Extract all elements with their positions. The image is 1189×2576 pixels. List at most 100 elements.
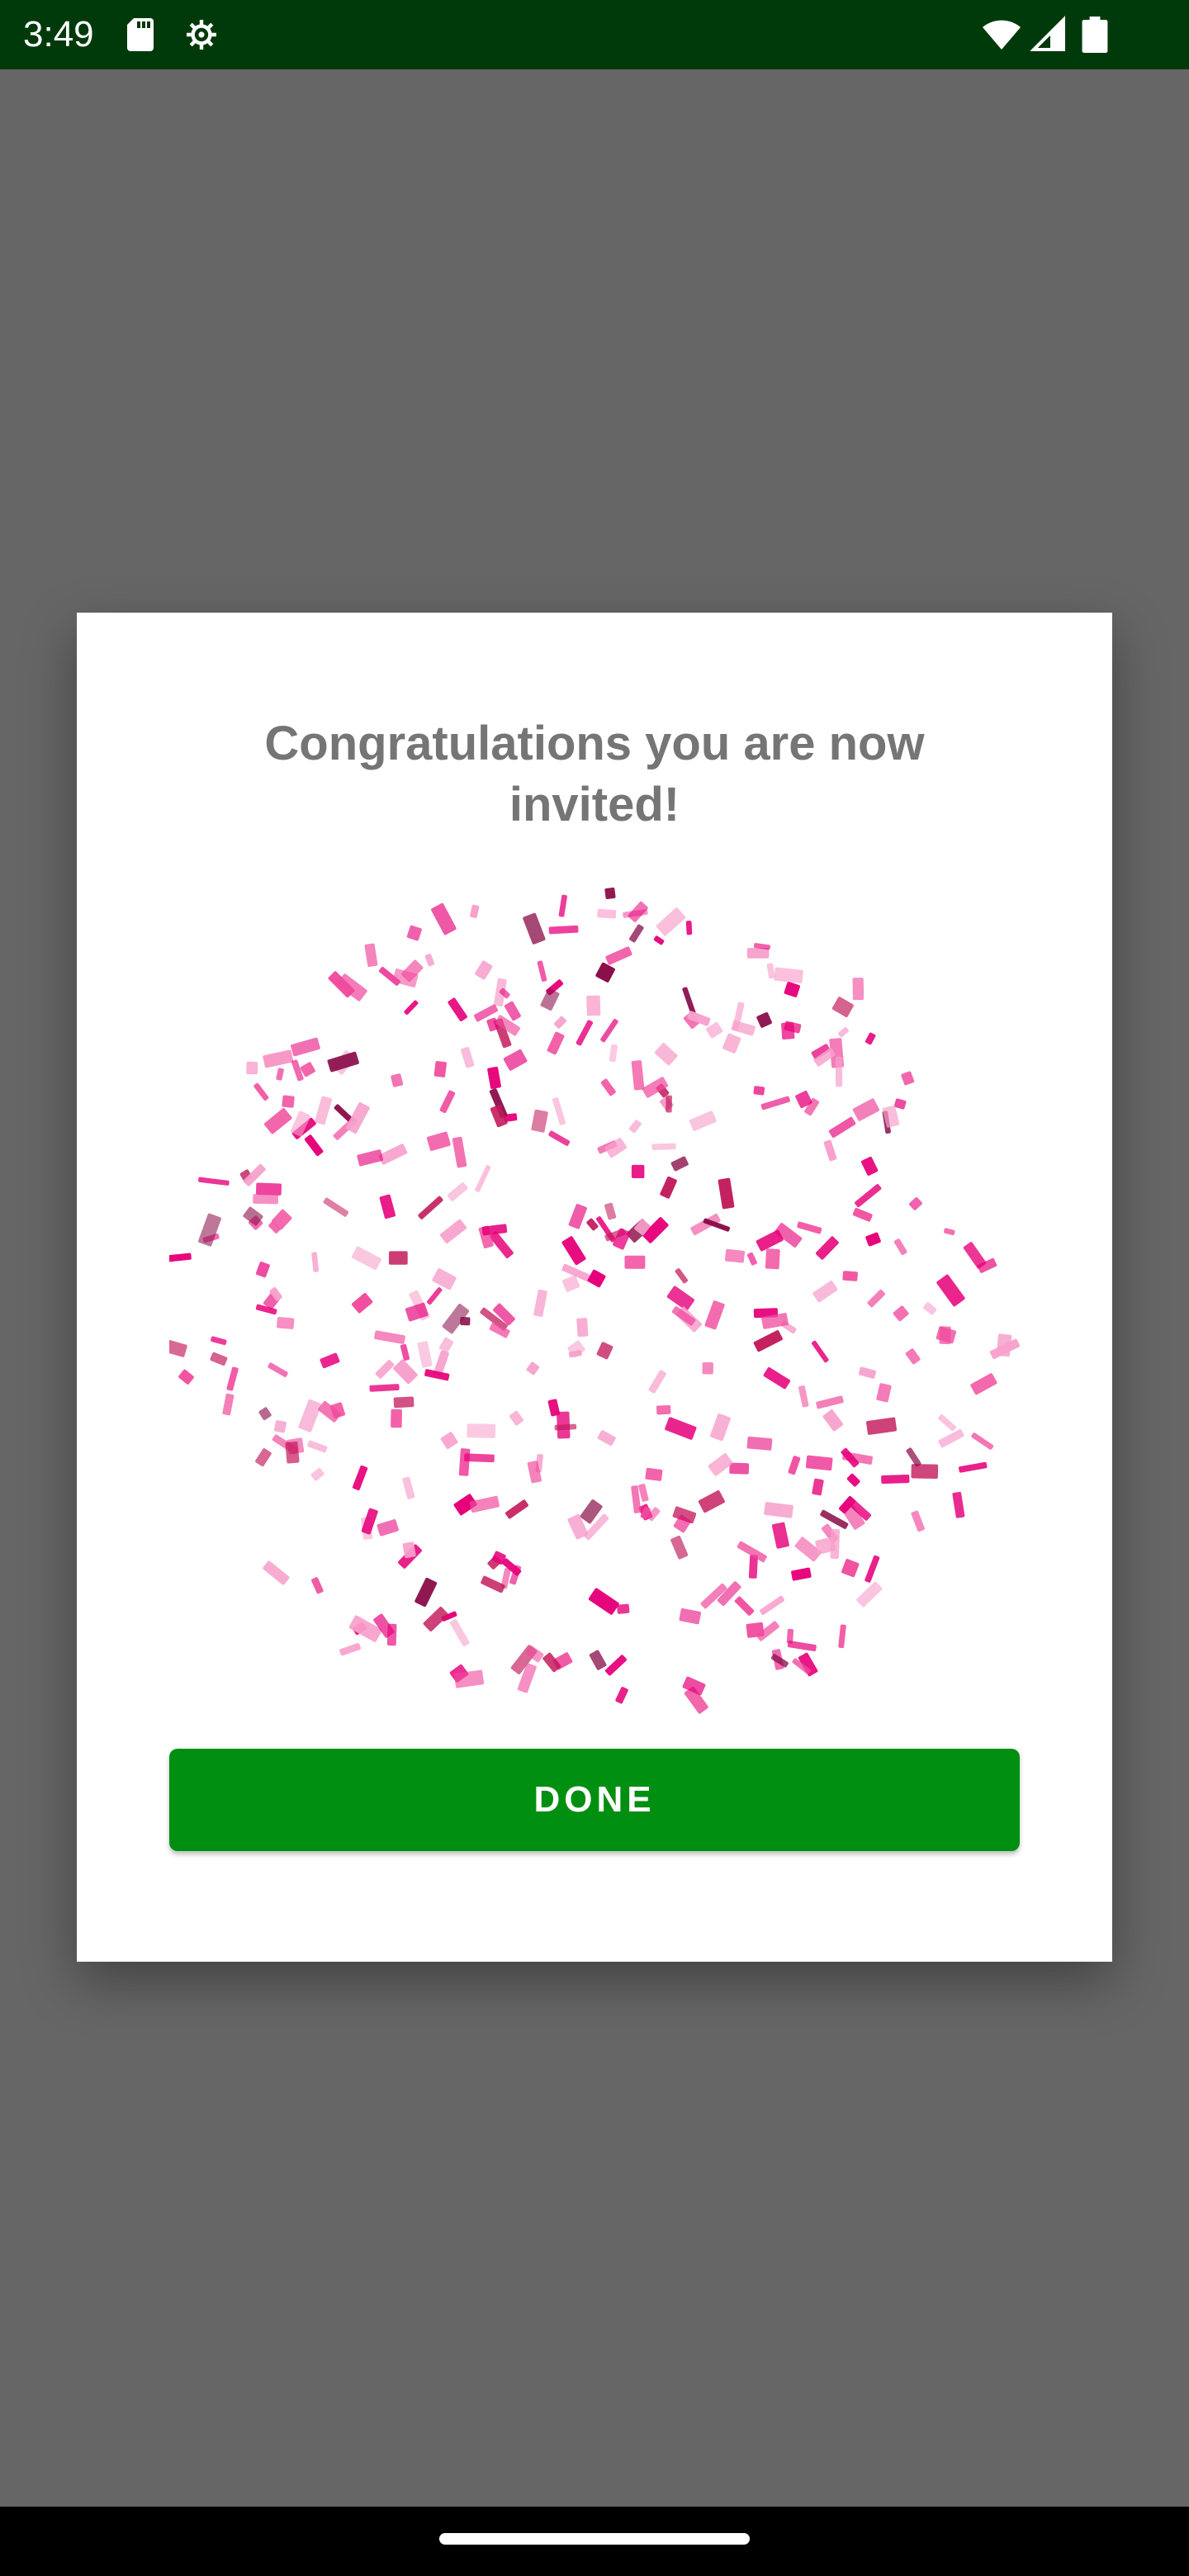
confetti-piece xyxy=(447,1182,468,1201)
confetti-piece xyxy=(666,1286,695,1311)
confetti-piece xyxy=(835,1056,843,1087)
confetti-piece xyxy=(402,1476,415,1499)
confetti-piece xyxy=(357,1149,383,1167)
confetti-piece xyxy=(558,894,567,917)
confetti-piece xyxy=(391,1073,404,1087)
confetti-piece xyxy=(588,1588,619,1615)
confetti-piece xyxy=(258,1407,272,1420)
confetti-piece xyxy=(339,1643,361,1656)
confetti-piece xyxy=(760,1096,790,1110)
confetti-piece xyxy=(722,1033,741,1054)
confetti-piece xyxy=(547,1031,565,1055)
confetti-piece xyxy=(596,1342,613,1360)
confetti-piece xyxy=(438,1337,454,1353)
confetti-piece xyxy=(440,1432,458,1449)
confetti-piece xyxy=(781,1022,795,1039)
confetti-piece xyxy=(631,1164,645,1178)
confetti-piece xyxy=(553,1016,566,1029)
confetti-piece xyxy=(970,1373,997,1395)
confetti-piece xyxy=(816,1395,844,1409)
confetti-piece xyxy=(865,1032,876,1045)
confetti-piece xyxy=(959,1461,988,1473)
confetti-piece xyxy=(548,1130,571,1146)
confetti-piece xyxy=(615,1687,628,1704)
home-gesture-handle[interactable] xyxy=(439,2533,750,2545)
confetti-piece xyxy=(587,1269,606,1288)
status-bar: 3:49 xyxy=(0,0,1189,69)
battery-icon xyxy=(1080,15,1110,54)
confetti-piece xyxy=(304,1134,324,1157)
confetti-piece xyxy=(427,1287,443,1305)
confetti-piece xyxy=(784,982,800,997)
confetti-piece xyxy=(178,1369,194,1385)
confetti-piece xyxy=(552,1097,566,1125)
confetti-piece xyxy=(911,1464,939,1479)
confetti-piece xyxy=(600,1019,618,1043)
confetti-piece xyxy=(846,1473,860,1487)
confetti-piece xyxy=(867,1289,885,1308)
confetti-piece xyxy=(656,1404,671,1415)
confetti-piece xyxy=(805,1455,833,1471)
confetti-piece xyxy=(595,962,615,983)
confetti-piece xyxy=(901,1071,915,1086)
confetti-piece xyxy=(323,1197,349,1217)
confetti-piece xyxy=(391,1409,402,1428)
signal-icon xyxy=(1029,15,1068,54)
confetti-piece xyxy=(605,946,632,965)
confetti-piece xyxy=(923,1302,937,1315)
confetti-piece xyxy=(858,1366,877,1379)
confetti-piece xyxy=(702,1361,713,1375)
sd-card-icon xyxy=(121,15,160,54)
confetti-piece xyxy=(852,978,865,1001)
confetti-piece xyxy=(211,1336,227,1346)
confetti-piece xyxy=(470,904,480,918)
confetti-piece xyxy=(568,1204,587,1229)
confetti-piece xyxy=(604,1202,617,1220)
confetti-piece xyxy=(905,1348,921,1365)
confetti-piece xyxy=(540,988,560,1011)
confetti-piece xyxy=(823,1139,837,1162)
confetti-piece xyxy=(487,1066,501,1089)
confetti-piece xyxy=(406,925,422,941)
confetti-piece xyxy=(561,1236,586,1266)
confetti-piece xyxy=(400,1343,410,1361)
confetti-piece xyxy=(609,1044,618,1063)
confetti-piece xyxy=(432,1268,457,1290)
confetti-piece xyxy=(374,1330,405,1344)
confetti-piece xyxy=(689,1110,717,1131)
confetti-piece xyxy=(255,1182,282,1196)
confetti-piece xyxy=(426,1131,451,1151)
confetti-animation xyxy=(169,882,1020,1732)
confetti-piece xyxy=(481,1575,505,1593)
confetti-piece xyxy=(226,1366,239,1391)
confetti-piece xyxy=(263,1560,290,1585)
confetti-piece xyxy=(786,1628,794,1644)
confetti-piece xyxy=(893,1305,909,1322)
confetti-piece xyxy=(414,1577,438,1608)
confetti-piece xyxy=(561,1275,580,1292)
confetti-piece xyxy=(811,1340,829,1363)
confetti-piece xyxy=(865,1555,880,1583)
confetti-piece xyxy=(597,1430,616,1447)
confetti-piece xyxy=(756,1229,784,1252)
confetti-piece xyxy=(734,1596,755,1616)
confetti-piece xyxy=(651,1143,676,1151)
confetti-piece xyxy=(629,924,644,943)
confetti-piece xyxy=(760,1595,785,1615)
confetti-piece xyxy=(268,1362,288,1377)
confetti-piece xyxy=(860,1156,879,1176)
confetti-piece xyxy=(753,1086,765,1096)
confetti-piece xyxy=(881,1474,910,1485)
done-button[interactable]: DONE xyxy=(169,1749,1020,1851)
confetti-piece xyxy=(936,1274,965,1307)
confetti-piece xyxy=(645,1467,663,1481)
confetti-piece xyxy=(452,1136,467,1168)
confetti-piece xyxy=(698,1490,725,1513)
confetti-piece xyxy=(812,1281,838,1303)
confetti-piece xyxy=(375,1360,395,1379)
confetti-piece xyxy=(475,960,493,980)
confetti-piece xyxy=(311,1252,320,1272)
confetti-piece xyxy=(352,1465,368,1491)
confetti-piece xyxy=(533,1289,547,1317)
confetti-piece xyxy=(865,1232,881,1247)
